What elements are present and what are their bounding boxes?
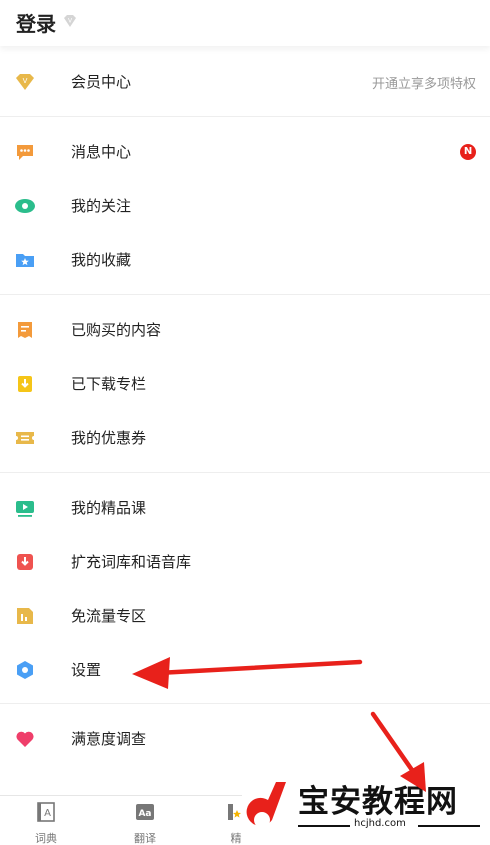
expand-library-label: 扩充词库和语音库 xyxy=(71,553,192,571)
courses-label: 我的精品课 xyxy=(71,499,147,517)
tab-dictionary-label: 词典 xyxy=(35,832,57,845)
menu-item-free-data[interactable]: 免流量专区 xyxy=(0,589,490,643)
free-data-label: 免流量专区 xyxy=(71,607,147,625)
menu-item-coupons[interactable]: 我的优惠券 xyxy=(0,411,490,465)
chat-bubble-icon xyxy=(17,145,33,160)
site-watermark: 宝安教程网 hcjhd.com xyxy=(242,764,490,845)
menu-item-courses[interactable]: 我的精品课 xyxy=(0,481,490,535)
survey-label: 满意度调查 xyxy=(71,730,147,748)
downloaded-label: 已下载专栏 xyxy=(71,375,147,393)
favorites-label: 我的收藏 xyxy=(71,251,132,269)
watermark-line xyxy=(298,825,350,827)
top-header: 登录 V xyxy=(0,0,490,46)
svg-text:A: A xyxy=(44,808,51,819)
menu-item-expand-library[interactable]: 扩充词库和语音库 xyxy=(0,535,490,589)
section-divider xyxy=(0,116,490,117)
vip-diamond-icon: V xyxy=(64,15,76,27)
data-chart-icon xyxy=(17,608,33,624)
section-divider xyxy=(0,294,490,295)
follows-label: 我的关注 xyxy=(71,197,132,215)
menu-item-downloaded[interactable]: 已下载专栏 xyxy=(0,357,490,411)
menu-item-favorites[interactable]: 我的收藏 xyxy=(0,233,490,287)
download-box-icon xyxy=(17,554,33,570)
settings-label: 设置 xyxy=(71,661,102,679)
vip-center-label: 会员中心 xyxy=(71,73,132,91)
settings-hexagon-icon xyxy=(17,661,33,679)
menu-item-settings[interactable]: 设置 xyxy=(0,643,490,697)
new-badge: N xyxy=(460,144,476,160)
watermark-logo-icon xyxy=(246,782,286,828)
section-divider xyxy=(0,472,490,473)
download-icon xyxy=(18,376,32,392)
vip-diamond-icon: V xyxy=(16,74,34,90)
tab-dictionary[interactable]: A 词典 xyxy=(26,802,66,845)
tab-translate[interactable]: Aa 翻译 xyxy=(125,802,165,845)
section-divider xyxy=(0,703,490,704)
dictionary-icon: A xyxy=(37,802,55,822)
login-title[interactable]: 登录 xyxy=(16,8,56,37)
menu-item-messages[interactable]: 消息中心 xyxy=(0,125,490,179)
tab-translate-label: 翻译 xyxy=(134,832,156,845)
heart-icon xyxy=(16,731,34,747)
star-folder-icon xyxy=(16,254,34,267)
eye-icon xyxy=(15,199,35,213)
messages-label: 消息中心 xyxy=(71,143,132,161)
coupon-icon xyxy=(16,432,34,444)
svg-text:V: V xyxy=(23,77,28,85)
svg-text:Aa: Aa xyxy=(138,809,151,819)
menu-item-purchased[interactable]: 已购买的内容 xyxy=(0,303,490,357)
watermark-url: hcjhd.com xyxy=(354,818,406,829)
video-play-icon xyxy=(16,501,34,517)
translate-icon: Aa xyxy=(136,804,154,820)
menu-item-vip-center[interactable]: V 会员中心 开通立享多项特权 xyxy=(0,55,490,109)
menu-item-follows[interactable]: 我的关注 xyxy=(0,179,490,233)
watermark-line xyxy=(418,825,480,827)
vip-promo-text: 开通立享多项特权 xyxy=(371,77,476,92)
purchased-label: 已购买的内容 xyxy=(71,321,162,339)
coupons-label: 我的优惠券 xyxy=(71,429,147,447)
menu-item-survey[interactable]: 满意度调查 xyxy=(0,712,490,766)
watermark-text: 宝安教程网 xyxy=(298,784,458,820)
receipt-icon xyxy=(18,322,32,338)
